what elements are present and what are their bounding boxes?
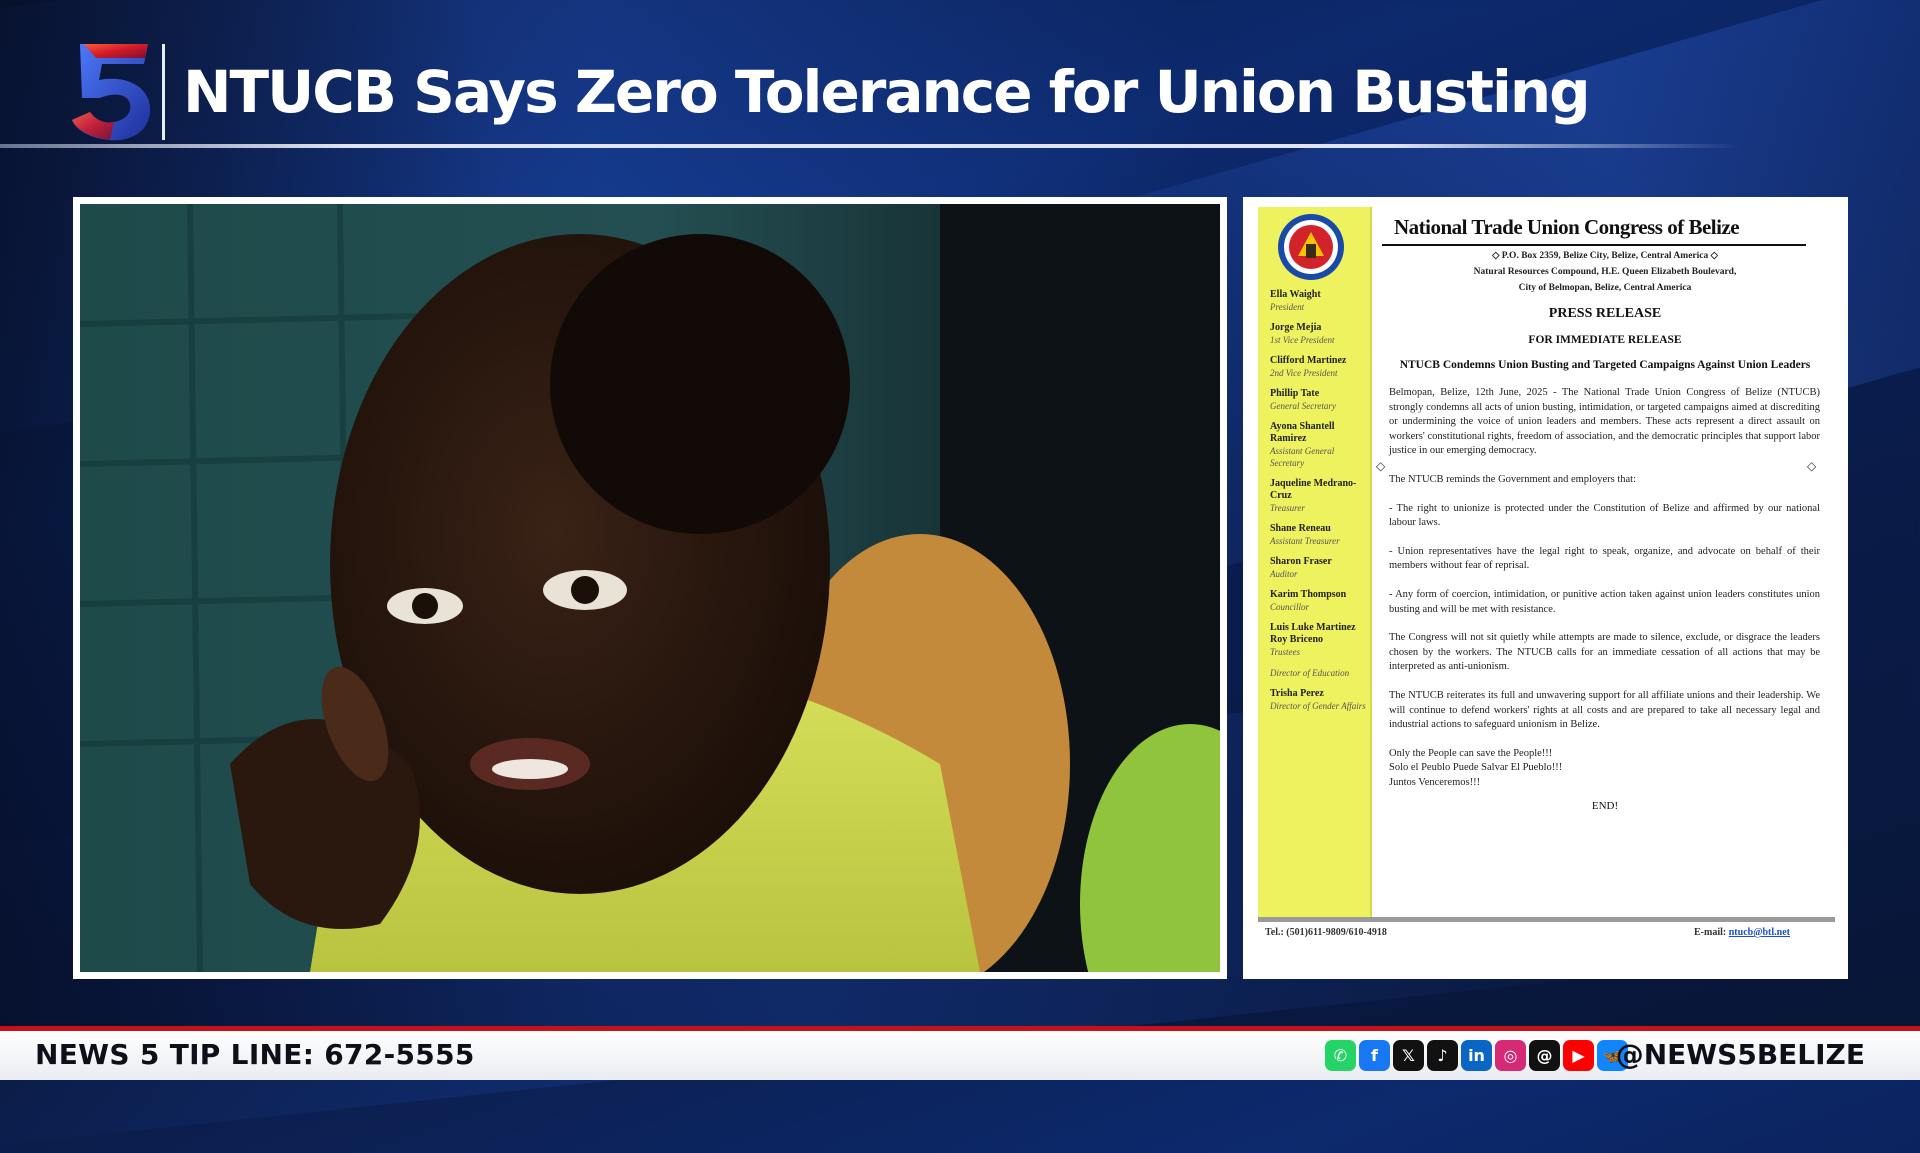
officer-title: Trustees: [1270, 647, 1301, 657]
officer-entry: Jorge Mejia 1st Vice President: [1270, 322, 1368, 346]
ticker-bar: NEWS 5 TIP LINE: 672-5555 ✆ f 𝕏 ♪ in ◎ @ ▶ 🦋 @NE…: [0, 1031, 1920, 1080]
tip-line: NEWS 5 TIP LINE: 672-5555: [35, 1038, 475, 1071]
officer-entry: Karim Thompson Councillor: [1270, 589, 1368, 613]
closing-line: Only the People can save the People!!!: [1389, 747, 1553, 759]
paragraph: - The right to unionize is protected und…: [1389, 502, 1820, 529]
officers-list: Ella Waight President Jorge Mejia 1st Vice …: [1270, 289, 1368, 721]
paragraph: - Any form of coercion, intimidation, or…: [1389, 588, 1820, 615]
officer-title: President: [1270, 302, 1305, 312]
officer-entry: Trisha Perez Director of Gender Affairs: [1270, 688, 1368, 712]
paragraph: The NTUCB reiterates its full and unwave…: [1389, 689, 1820, 731]
officer-title: 2nd Vice President: [1270, 368, 1338, 378]
paragraph: Belmopan, Belize, 12th June, 2025 - The …: [1389, 387, 1820, 457]
address-line: City of Belmopan, Belize, Central Americ…: [1518, 283, 1692, 293]
press-release-paragraphs: Belmopan, Belize, 12th June, 2025 - The …: [1380, 386, 1830, 733]
officer-entry: Sharon Fraser Auditor: [1270, 556, 1368, 580]
officer-name: Jorge Mejia: [1270, 322, 1322, 333]
officer-name: Shane Reneau: [1270, 523, 1331, 534]
officer-entry: Clifford Martinez 2nd Vice President: [1270, 355, 1368, 379]
telephone: Tel.: (501)611-9809/610-4918: [1265, 927, 1387, 938]
press-release-document: Ella Waight President Jorge Mejia 1st Vice …: [1243, 197, 1848, 979]
ntucb-seal-icon: [1276, 212, 1346, 282]
diamond-icon: ◇: [1807, 459, 1817, 473]
org-rule: [1382, 244, 1806, 246]
press-release-heading: NTUCB Condemns Union Busting and Targete…: [1399, 359, 1811, 371]
instagram-icon[interactable]: ◎: [1495, 1040, 1526, 1071]
closing-line: Juntos Venceremos!!!: [1389, 776, 1481, 788]
end-marker: END!: [1591, 800, 1619, 813]
closing-lines: Only the People can save the People!!! S…: [1389, 747, 1820, 791]
address-line: Natural Resources Compound, H.E. Queen E…: [1473, 267, 1737, 277]
footer-rule: [1258, 917, 1835, 922]
officer-name: Sharon Fraser: [1270, 556, 1332, 567]
officer-name: Ayona Shantell Ramirez: [1270, 421, 1335, 444]
video-frame: [73, 197, 1227, 979]
officer-name: Luis Luke Martinez Roy Briceno: [1270, 622, 1356, 645]
officer-name: Jaqueline Medrano-Cruz: [1270, 478, 1357, 501]
address-line: ◇ P.O. Box 2359, Belize City, Belize, Ce…: [1492, 251, 1718, 261]
officer-name: Trisha Perez: [1270, 688, 1324, 699]
officer-entry: Phillip Tate General Secretary: [1270, 388, 1368, 412]
document-body: National Trade Union Congress of Belize …: [1380, 207, 1830, 812]
officer-title: Assistant General Secretary: [1270, 446, 1335, 468]
officer-entry: Shane Reneau Assistant Treasurer: [1270, 523, 1368, 547]
header-rule: [0, 144, 1740, 148]
officers-sidebar: Ella Waight President Jorge Mejia 1st Vice …: [1258, 207, 1372, 919]
officer-entry: Director of Education: [1270, 667, 1368, 679]
paragraph: The NTUCB reminds the Government and emp…: [1389, 473, 1636, 485]
header-divider: [162, 44, 165, 140]
officer-entry: Ella Waight President: [1270, 289, 1368, 313]
press-release-title: PRESS RELEASE: [1548, 306, 1662, 321]
officer-title: Councillor: [1270, 602, 1310, 612]
officer-title: Treasurer: [1270, 503, 1305, 513]
youtube-icon[interactable]: ▶: [1563, 1040, 1594, 1071]
whatsapp-icon[interactable]: ✆: [1325, 1040, 1356, 1071]
officer-entry: Luis Luke Martinez Roy Briceno Trustees: [1270, 622, 1368, 658]
paragraph: - Union representatives have the legal r…: [1389, 545, 1820, 572]
social-handle: @NEWS5BELIZE: [1615, 1038, 1865, 1071]
press-release-subtitle: FOR IMMEDIATE RELEASE: [1528, 334, 1682, 346]
officer-name: Clifford Martinez: [1270, 355, 1347, 366]
officer-title: Assistant Treasurer: [1270, 536, 1340, 546]
org-name: National Trade Union Congress of Belize: [1394, 215, 1740, 239]
officer-name: Karim Thompson: [1270, 589, 1347, 600]
headline: NTUCB Says Zero Tolerance for Union Bust…: [183, 58, 1591, 126]
linkedin-icon[interactable]: in: [1461, 1040, 1492, 1071]
facebook-icon[interactable]: f: [1359, 1040, 1390, 1071]
diamond-icon: ◇: [1376, 459, 1386, 473]
officer-title: General Secretary: [1270, 401, 1336, 411]
email-block: E-mail: ntucb@btl.net: [1694, 927, 1790, 938]
officer-name: Ella Waight: [1270, 289, 1321, 300]
tiktok-icon[interactable]: ♪: [1427, 1040, 1458, 1071]
officer-entry: Ayona Shantell Ramirez Assistant General …: [1270, 421, 1368, 469]
threads-icon[interactable]: @: [1529, 1040, 1560, 1071]
paragraph: The Congress will not sit quietly while …: [1389, 632, 1820, 673]
officer-title: 1st Vice President: [1270, 335, 1335, 345]
email-label: E-mail:: [1694, 927, 1727, 938]
email-link[interactable]: ntucb@btl.net: [1729, 927, 1790, 938]
social-icons: ✆ f 𝕏 ♪ in ◎ @ ▶ 🦋: [1325, 1040, 1628, 1071]
officer-title: Auditor: [1270, 569, 1298, 579]
video-feed: [80, 204, 1220, 972]
officer-entry: Jaqueline Medrano-Cruz Treasurer: [1270, 478, 1368, 514]
officer-title: Director of Education: [1270, 668, 1350, 678]
news5-logo: [70, 40, 154, 144]
closing-line: Solo el Peublo Puede Salvar El Pueblo!!!: [1389, 762, 1563, 774]
officer-title: Director of Gender Affairs: [1270, 701, 1366, 711]
x-icon[interactable]: 𝕏: [1393, 1040, 1424, 1071]
officer-name: Phillip Tate: [1270, 388, 1320, 399]
